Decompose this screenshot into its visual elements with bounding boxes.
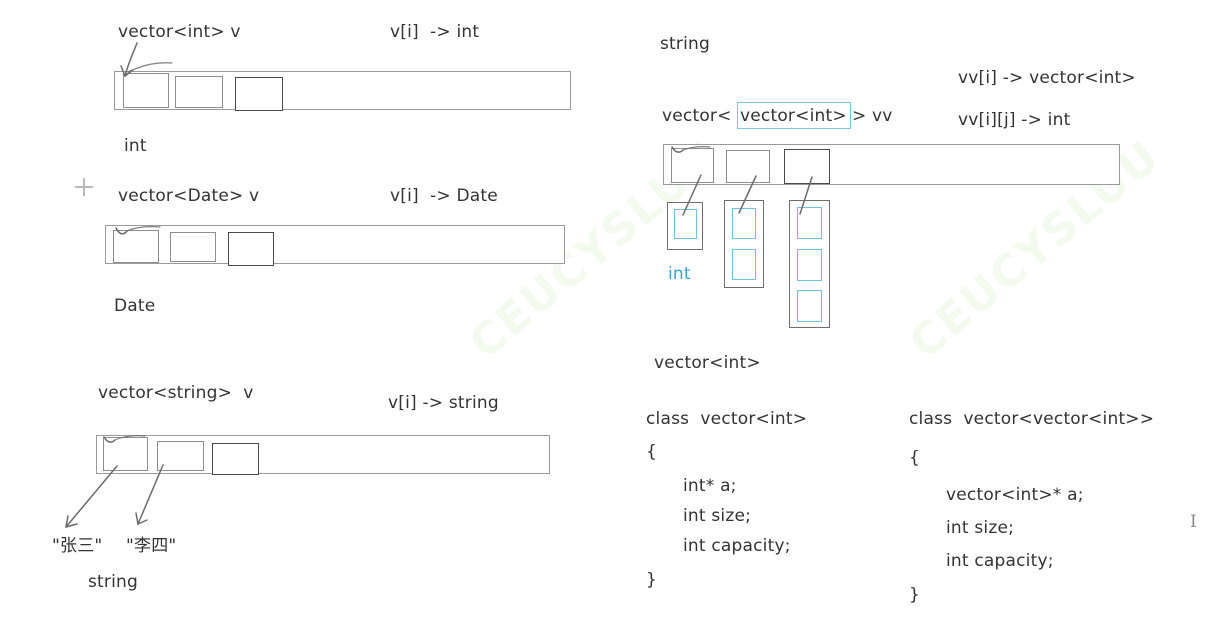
label-string-top: string <box>660 34 711 54</box>
array-cell <box>671 148 714 183</box>
decl-vector-int: vector<int> v <box>118 22 241 42</box>
elem-type-vector-string: string <box>88 572 139 592</box>
index-vv-ij: vv[i][j] -> int <box>958 110 1071 130</box>
inner-int-cell <box>674 209 697 239</box>
array-cell <box>113 230 159 263</box>
index-vector-string: v[i] -> string <box>388 393 499 413</box>
class1-member: int capacity; <box>946 551 1054 571</box>
class0-open-brace: { <box>646 442 658 462</box>
class0-member: int size; <box>683 506 752 526</box>
class1-open-brace: { <box>909 448 921 468</box>
inner-int-cell <box>732 249 756 280</box>
value-label-1: "李四" <box>126 536 177 556</box>
class1-member: vector<int>* a; <box>946 485 1084 505</box>
class0-close-brace: } <box>646 570 658 590</box>
array-cell <box>123 73 169 108</box>
decl-vv-prefix: vector< <box>662 106 732 126</box>
crosshair-marker <box>75 178 93 196</box>
class0-member: int capacity; <box>683 536 791 556</box>
class1-member: int size; <box>946 518 1015 538</box>
value-label-0: "张三" <box>52 536 103 556</box>
array-cell <box>175 76 223 108</box>
inner-int-cell <box>732 208 756 239</box>
inner-int-cell <box>797 249 822 281</box>
array-cell <box>212 443 259 475</box>
array-cell <box>235 77 283 111</box>
text-cursor-ibeam: I <box>1190 512 1197 532</box>
label-int-blue: int <box>668 264 691 284</box>
index-vector-date: v[i] -> Date <box>390 186 498 206</box>
array-cell <box>103 437 148 471</box>
index-vv-i: vv[i] -> vector<int> <box>958 68 1136 88</box>
class1-header: class vector<vector<int>> <box>909 409 1155 429</box>
class0-member: int* a; <box>683 476 737 496</box>
array-cell <box>228 232 274 266</box>
index-vector-int: v[i] -> int <box>390 22 480 42</box>
decl-vv-suffix: > vv <box>852 106 893 126</box>
decl-vv-highlight: vector<int> <box>740 106 847 126</box>
whiteboard-canvas: CEUCYSLUU CEUCYSLUU vector<int> v v[i] -… <box>0 0 1206 626</box>
class0-header: class vector<int> <box>646 409 808 429</box>
label-vector-int: vector<int> <box>654 353 761 373</box>
class1-close-brace: } <box>909 585 921 605</box>
array-cell <box>784 149 830 184</box>
elem-type-vector-date: Date <box>114 296 156 316</box>
inner-int-cell <box>797 290 822 322</box>
elem-type-vector-int: int <box>124 136 147 156</box>
decl-vector-date: vector<Date> v <box>118 186 260 206</box>
array-cell <box>726 150 770 183</box>
inner-int-cell <box>797 207 822 239</box>
decl-vector-string: vector<string> v <box>98 383 254 403</box>
array-cell <box>157 441 204 471</box>
array-cell <box>170 232 216 262</box>
